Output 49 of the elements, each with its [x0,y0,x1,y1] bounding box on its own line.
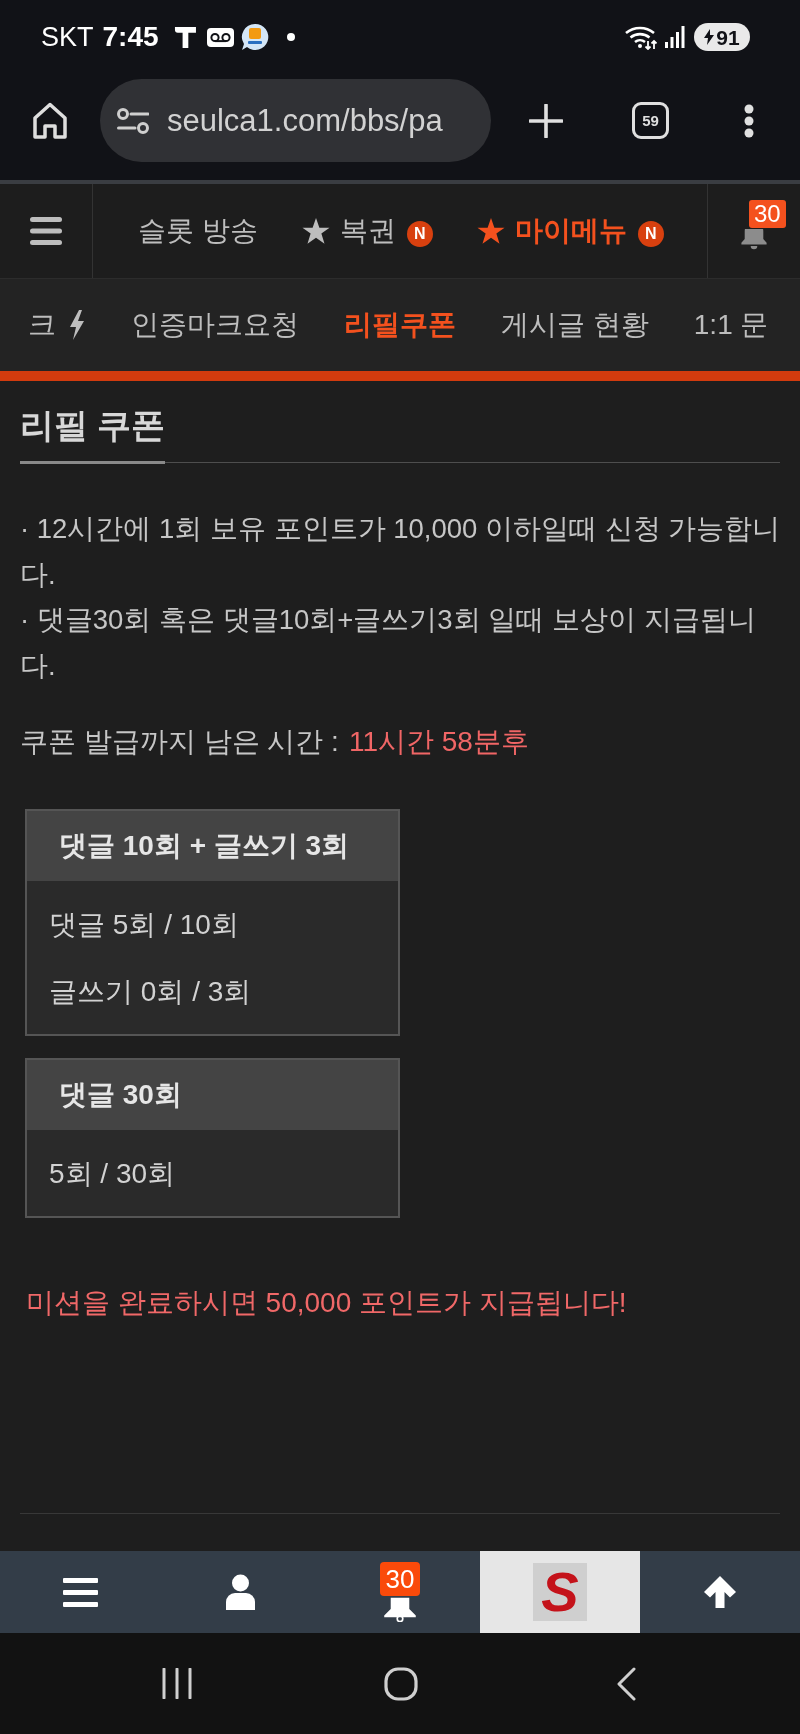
mission-title: 댓글 10회 + 글쓰기 3회 [27,811,398,881]
new-badge: N [406,221,433,247]
url-text[interactable]: seulca1.com/bbs/pa [167,105,443,136]
countdown-label: 쿠폰 발급까지 남은 시간 : [20,725,339,759]
user-icon[interactable] [225,1574,255,1610]
tab-count-button[interactable]: 59 [632,102,669,139]
menu-icon[interactable] [30,217,62,245]
reward-text: 미션을 완료하시면 50,000 포인트가 지급됩니다! [26,1286,628,1320]
notice-text: · 12시간에 1회 보유 포인트가 10,000 이하일때 신청 가능합니다. [20,512,782,592]
carrier-text: SKT [41,23,94,51]
mission-title: 댓글 30회 [27,1060,398,1130]
logo-button[interactable]: S [480,1551,640,1633]
notification-badge: 30 [749,200,786,228]
menu-tab[interactable]: 리필쿠폰 [344,311,456,339]
home-icon[interactable] [384,1666,418,1701]
plus-icon[interactable] [529,103,563,138]
menu-tab[interactable]: 인증마크요청 [131,311,299,339]
notification-badge: 30 [379,1562,421,1596]
countdown-value: 11시간 58분후 [348,725,529,759]
menu-item[interactable]: 복권 [339,217,396,245]
battery-level: 91 [716,26,740,48]
back-icon[interactable] [616,1666,636,1701]
mission-count: 5회 / 30회 [49,1157,176,1191]
page-title: 리필 쿠폰 [20,405,166,464]
clock-text: 7:45 [102,23,159,51]
recent-apps-icon[interactable] [162,1668,192,1699]
menu-icon[interactable] [62,1577,98,1607]
bell-icon[interactable] [382,1596,418,1622]
menu-tab[interactable]: 1:1 문 [693,311,769,339]
menu-tab[interactable]: 크 [28,311,56,339]
signal-icon [665,26,685,48]
new-badge: N [637,221,664,247]
wifi-icon [624,24,658,50]
menu-tab[interactable]: 게시글 현황 [501,311,649,339]
menu-item[interactable]: 슬롯 방송 [138,217,258,245]
more-icon[interactable] [744,103,754,138]
notification-dot-icon [286,33,295,41]
notice-text: · 댓글30회 혹은 댓글10회+글쓰기3회 일때 보상이 지급됩니다. [20,603,757,683]
sliders-icon[interactable] [117,106,149,135]
arrow-up-icon[interactable] [703,1575,737,1609]
menu-item[interactable]: 마이메뉴 [514,217,627,245]
chat-bubble-icon [240,23,269,51]
mission-count: 글쓰기 0회 / 3회 [49,975,252,1009]
mission-count: 댓글 5회 / 10회 [49,908,239,942]
voicemail-icon [206,27,234,47]
home-icon[interactable] [33,102,67,139]
bolt-icon [704,29,715,45]
t-logo-icon [172,26,196,48]
address-bar[interactable]: seulca1.com/bbs/pa [100,79,491,162]
